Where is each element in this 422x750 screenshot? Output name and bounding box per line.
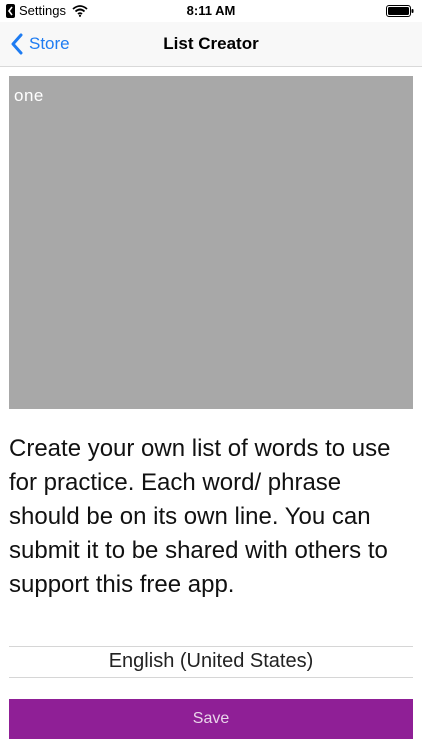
navigation-bar: Store List Creator [0,22,422,67]
status-time: 8:11 AM [186,3,236,18]
status-bar: Settings 8:11 AM [0,0,422,22]
instructions-text: Create your own list of words to use for… [9,435,391,598]
battery-icon [386,5,414,17]
page-title: List Creator [163,34,259,53]
language-picker-selected: English (United States) [108,650,314,672]
language-picker[interactable]: English (United States) [9,646,413,678]
save-button[interactable]: Save [9,699,413,739]
word-list-textarea[interactable]: one [9,76,413,409]
